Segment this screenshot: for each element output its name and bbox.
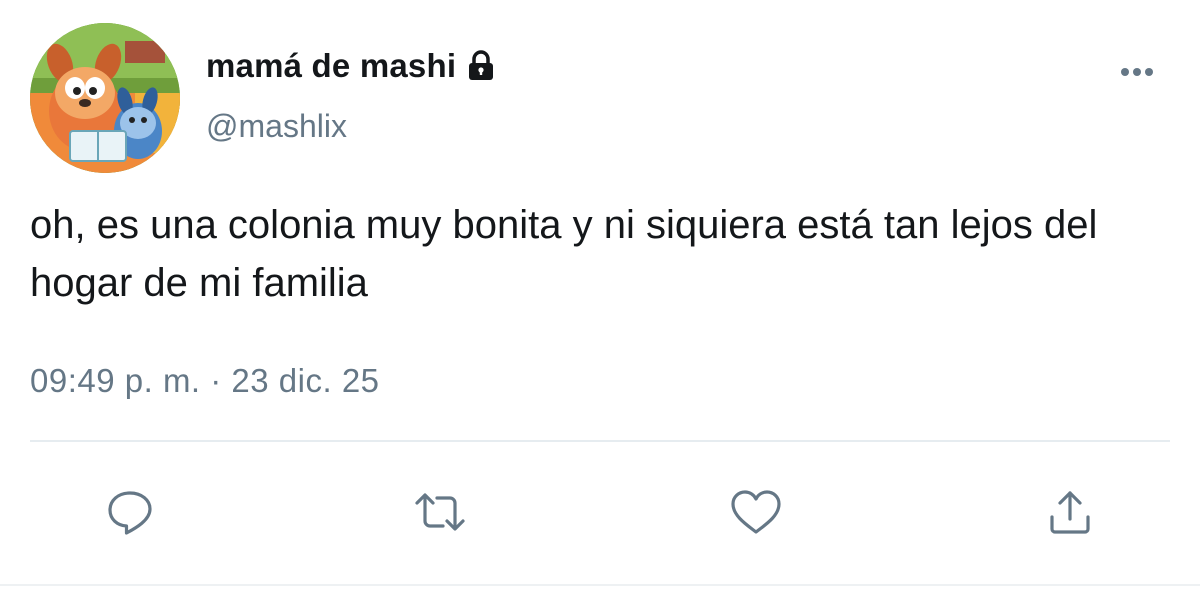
reply-icon bbox=[108, 491, 152, 535]
retweet-button[interactable] bbox=[412, 484, 468, 540]
like-button[interactable] bbox=[728, 484, 784, 540]
tweet-timestamp[interactable]: 09:49 p. m. · 23 dic. 25 bbox=[30, 362, 380, 400]
display-name[interactable]: mamá de mashi bbox=[206, 47, 456, 85]
display-name-row: mamá de mashi bbox=[206, 44, 498, 88]
avatar-image bbox=[30, 23, 180, 173]
tweet-text: oh, es una colonia muy bonita y ni siqui… bbox=[30, 203, 1098, 305]
reply-button[interactable] bbox=[102, 484, 158, 540]
avatar[interactable] bbox=[30, 23, 180, 173]
bottom-divider bbox=[0, 584, 1200, 586]
heart-icon bbox=[731, 490, 781, 534]
retweet-icon bbox=[415, 493, 465, 531]
share-icon bbox=[1050, 491, 1090, 534]
divider bbox=[30, 440, 1170, 442]
user-handle[interactable]: @mashlix bbox=[206, 108, 347, 145]
share-button[interactable] bbox=[1042, 484, 1098, 540]
tweet-card: mamá de mashi @mashlix oh, es una coloni… bbox=[0, 0, 1200, 600]
lock-icon bbox=[464, 49, 498, 83]
more-horizontal-icon[interactable] bbox=[1112, 60, 1162, 84]
